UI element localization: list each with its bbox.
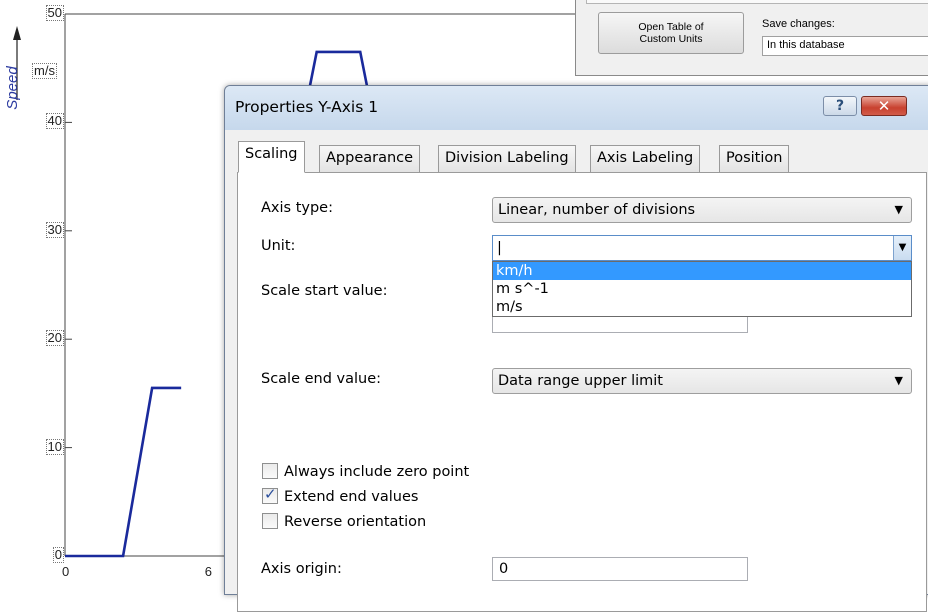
tab-appearance[interactable]: Appearance [319, 145, 421, 172]
unit-option[interactable]: km/h [493, 262, 911, 280]
checkmark-icon: ✓ [264, 485, 277, 503]
units-window-top-strip [586, 0, 928, 4]
reverse-orientation-checkbox[interactable]: Reverse orientation [262, 513, 426, 530]
dialog-titlebar[interactable]: Properties Y-Axis 1 ? ✕ [225, 86, 928, 130]
y-axis-arrow-head [13, 26, 21, 40]
open-custom-units-button[interactable]: Open Table of Custom Units [598, 12, 744, 54]
axis-type-label: Axis type: [261, 200, 333, 216]
y-axis-unit: m/s [32, 63, 57, 79]
scale-end-label: Scale end value: [261, 371, 382, 387]
tab-axis-labeling[interactable]: Axis Labeling [590, 145, 701, 172]
chevron-down-icon: ▼ [894, 374, 903, 387]
y-tick-label: 30 [45, 221, 64, 238]
unit-label: Unit: [261, 238, 296, 254]
checkbox-checked[interactable]: ✓ [262, 485, 278, 504]
x-tick-label: 0 [62, 564, 70, 579]
unit-option[interactable]: m/s [493, 298, 911, 316]
units-window: Open Table of Custom Units Save changes:… [575, 0, 928, 76]
tab-position[interactable]: Position [719, 145, 790, 172]
save-changes-select[interactable]: In this database [762, 36, 928, 56]
unit-value: | [497, 240, 502, 256]
axis-type-select[interactable]: Linear, number of divisions ▼ [492, 197, 912, 223]
reverse-label: Reverse orientation [284, 514, 427, 530]
dialog-client-area: Scaling Appearance Division Labeling Axi… [232, 131, 928, 612]
scale-end-select[interactable]: Data range upper limit ▼ [492, 368, 912, 394]
extend-end-label: Extend end values [284, 489, 419, 505]
help-button[interactable]: ? [823, 96, 857, 116]
extend-end-checkbox[interactable]: ✓ Extend end values [262, 485, 419, 505]
chevron-down-icon: ▼ [894, 203, 903, 216]
y-tick-label: 0 [52, 547, 64, 563]
always-zero-label: Always include zero point [284, 464, 470, 480]
tab-division-labeling[interactable]: Division Labeling [438, 145, 576, 172]
scaling-panel: Axis type: Linear, number of divisions ▼… [237, 172, 927, 612]
dialog-title: Properties Y-Axis 1 [235, 98, 379, 116]
y-axis-label: Speed [4, 66, 21, 110]
x-tick-label: 6 [204, 564, 212, 579]
unit-combo-input[interactable]: | ▼ [492, 235, 912, 261]
checkbox-unchecked[interactable] [262, 513, 278, 529]
y-tick-label: 20 [45, 330, 64, 347]
checkbox-unchecked[interactable] [262, 463, 278, 479]
axis-origin-label: Axis origin: [261, 561, 342, 577]
y-tick-label: 40 [45, 113, 64, 130]
tab-scaling[interactable]: Scaling [238, 141, 305, 173]
scale-start-label: Scale start value: [261, 283, 388, 299]
always-zero-checkbox[interactable]: Always include zero point [262, 463, 469, 480]
axis-type-value: Linear, number of divisions [498, 202, 696, 218]
scale-end-value: Data range upper limit [498, 373, 663, 389]
save-changes-label: Save changes: [762, 18, 835, 30]
unit-options-list: km/h m s^-1 m/s [492, 261, 912, 317]
y-tick-label: 10 [45, 438, 64, 455]
close-button[interactable]: ✕ [861, 96, 907, 116]
properties-dialog: Properties Y-Axis 1 ? ✕ Scaling Appearan… [224, 85, 928, 612]
scale-start-input[interactable] [492, 315, 748, 333]
axis-origin-input[interactable]: 0 [492, 557, 748, 581]
speed-series-line [65, 386, 182, 558]
unit-dropdown-button[interactable]: ▼ [893, 236, 911, 260]
unit-option[interactable]: m s^-1 [493, 280, 911, 298]
y-tick-label: 50 [45, 5, 64, 21]
